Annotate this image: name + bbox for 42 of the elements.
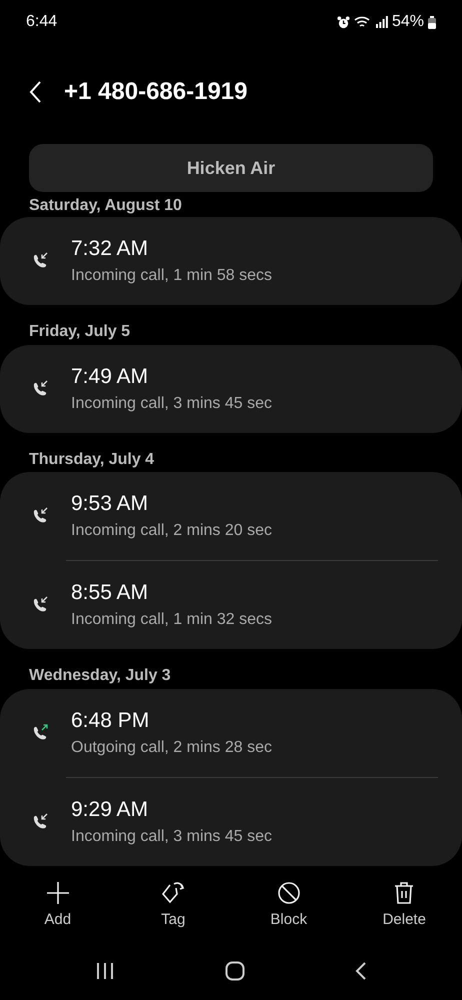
outgoing-call-icon xyxy=(31,724,49,742)
call-time: 8:55 AM xyxy=(71,581,150,606)
block-icon xyxy=(276,880,301,904)
call-detail: Incoming call, 1 min 32 secs xyxy=(71,611,272,630)
call-time: 9:29 AM xyxy=(71,798,150,822)
call-time: 7:49 AM xyxy=(71,364,150,389)
trash-icon xyxy=(393,880,416,904)
incoming-call-icon xyxy=(31,596,49,614)
incoming-call-icon xyxy=(31,252,49,270)
phone-number-title: +1 480-686-1919 xyxy=(64,78,248,106)
battery-icon xyxy=(428,16,436,28)
wifi-icon xyxy=(354,15,372,29)
alarm-icon xyxy=(336,16,350,28)
incoming-call-icon xyxy=(31,813,49,832)
tag-button[interactable]: Tag xyxy=(116,866,231,942)
call-time: 7:32 AM xyxy=(71,237,150,262)
signal-icon xyxy=(376,16,388,28)
date-header: Wednesday, July 3 xyxy=(28,666,172,686)
tag-icon xyxy=(160,880,186,904)
call-detail: Outgoing call, 2 mins 28 sec xyxy=(71,739,272,758)
date-header: Friday, July 5 xyxy=(28,322,132,342)
incoming-call-icon xyxy=(31,507,49,526)
status-time: 6:44 xyxy=(26,13,58,31)
delete-button[interactable]: Delete xyxy=(346,866,462,942)
battery-percent: 54% xyxy=(392,13,424,31)
recent-apps-icon[interactable] xyxy=(95,962,115,980)
call-detail: Incoming call, 3 mins 45 sec xyxy=(71,828,272,846)
back-button[interactable] xyxy=(28,80,42,104)
call-time: 9:53 AM xyxy=(71,492,150,516)
incoming-call-icon xyxy=(31,380,49,398)
call-detail: Incoming call, 1 min 58 secs xyxy=(71,267,272,286)
call-detail: Incoming call, 3 mins 45 sec xyxy=(71,394,272,413)
back-nav-icon[interactable] xyxy=(355,961,367,981)
block-button[interactable]: Block xyxy=(231,866,346,942)
date-header: Saturday, August 10 xyxy=(28,196,183,216)
call-time: 6:48 PM xyxy=(71,709,150,734)
call-detail: Incoming call, 2 mins 20 sec xyxy=(71,522,272,540)
contact-button[interactable]: Hicken Air xyxy=(29,144,433,192)
plus-icon xyxy=(46,880,70,904)
date-header: Thursday, July 4 xyxy=(28,450,156,470)
add-button[interactable]: Add xyxy=(0,866,116,942)
home-icon[interactable] xyxy=(225,961,245,981)
